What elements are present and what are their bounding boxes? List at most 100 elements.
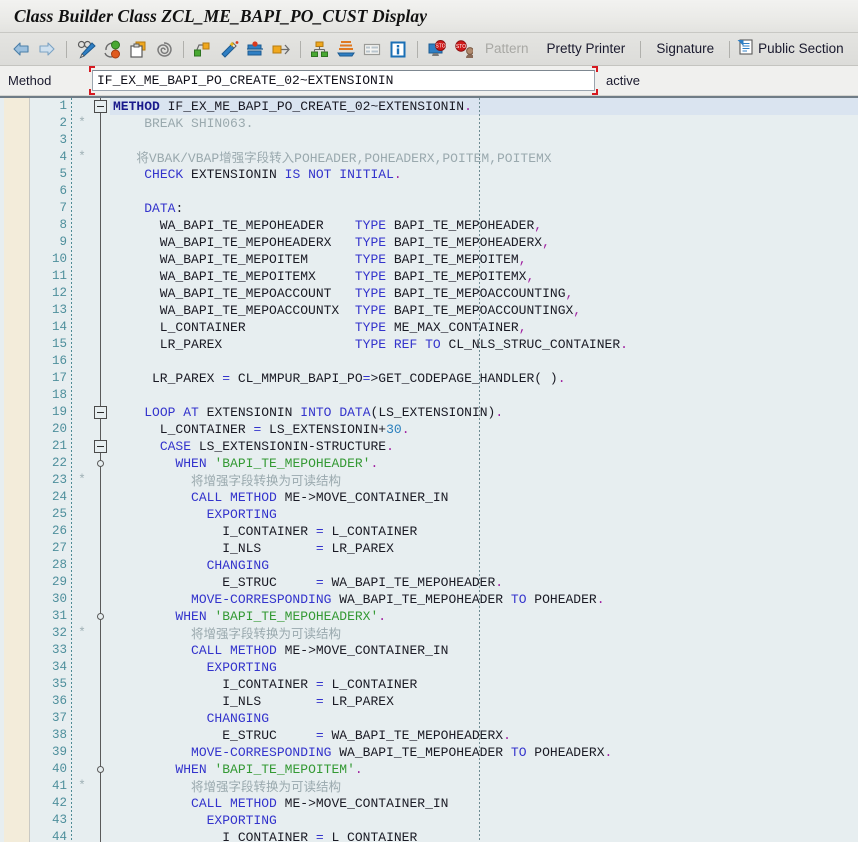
code-line[interactable]: 将VBAK/VBAP增强字段转入POHEADER,POHEADERX,POITE… [110,149,858,166]
back-arrow-icon[interactable] [9,37,33,61]
code-line[interactable]: WA_BAPI_TE_MEPOACCOUNT TYPE BAPI_TE_MEPO… [110,285,858,302]
toolbar-divider [183,40,184,58]
line-number: 1 [59,99,67,113]
code-line[interactable] [110,353,858,370]
comment-marker [72,557,92,574]
where-used-list-icon[interactable] [191,37,215,61]
copy-icon[interactable] [126,37,150,61]
code-line[interactable]: CHANGING [110,557,858,574]
pattern-button[interactable]: Pattern [476,39,538,59]
code-line[interactable]: WA_BAPI_TE_MEPOITEM TYPE BAPI_TE_MEPOITE… [110,251,858,268]
pretty-printer-button[interactable]: Pretty Printer [538,39,635,59]
fold-toggle-icon[interactable] [94,100,107,113]
fold-node-icon[interactable] [97,766,104,773]
info-icon[interactable] [386,37,410,61]
code-line[interactable]: E_STRUC = WA_BAPI_TE_MEPOHEADER. [110,574,858,591]
code-line[interactable]: WHEN 'BAPI_TE_MEPOHEADERX'. [110,608,858,625]
line-number: 5 [59,167,67,181]
forward-arrow-icon[interactable] [35,37,59,61]
code-line[interactable]: WA_BAPI_TE_MEPOHEADERX TYPE BAPI_TE_MEPO… [110,234,858,251]
toolbar-divider [729,40,731,58]
debug-icon[interactable]: STO [425,37,449,61]
comment-marker [72,608,92,625]
code-line[interactable]: I_CONTAINER = L_CONTAINER [110,829,858,842]
code-line[interactable] [110,387,858,404]
comment-marker [72,319,92,336]
code-text-area[interactable]: METHOD IF_EX_ME_BAPI_PO_CREATE_02~EXTENS… [110,98,858,842]
comment-marker: * [78,150,86,164]
code-line[interactable]: EXPORTING [110,812,858,829]
line-number: 29 [51,575,67,589]
code-line[interactable]: 将增强字段转换为可读结构 [110,625,858,642]
code-line[interactable]: EXPORTING [110,659,858,676]
code-line[interactable]: WHEN 'BAPI_TE_MEPOITEM'. [110,761,858,778]
code-line[interactable]: EXPORTING [110,506,858,523]
comment-marker [72,574,92,591]
stop-icon[interactable]: STO [451,37,475,61]
bookmark-column[interactable] [4,98,30,842]
stack-icon[interactable] [334,37,358,61]
code-line[interactable]: CALL METHOD ME->MOVE_CONTAINER_IN [110,642,858,659]
line-number: 36 [51,694,67,708]
comment-marker [72,506,92,523]
method-input-wrapper [89,66,598,95]
refresh-icon[interactable] [100,37,124,61]
code-line[interactable]: WHEN 'BAPI_TE_MEPOHEADER'. [110,455,858,472]
code-line[interactable]: LR_PAREX = CL_MMPUR_BAPI_PO=>GET_CODEPAG… [110,370,858,387]
code-line[interactable]: I_NLS = LR_PAREX [110,540,858,557]
code-line[interactable]: DATA: [110,200,858,217]
line-number: 17 [51,371,67,385]
code-line[interactable]: I_CONTAINER = L_CONTAINER [110,523,858,540]
focus-corner-icon [592,89,598,95]
fold-toggle-icon[interactable] [94,406,107,419]
code-line[interactable]: I_CONTAINER = L_CONTAINER [110,676,858,693]
code-line[interactable]: LR_PAREX TYPE REF TO CL_NLS_STRUC_CONTAI… [110,336,858,353]
code-line[interactable] [110,183,858,200]
code-line[interactable] [110,132,858,149]
line-number: 33 [51,643,67,657]
method-input[interactable] [92,70,595,91]
comment-marker [72,285,92,302]
class-hierarchy-icon[interactable] [308,37,332,61]
code-line[interactable]: LOOP AT EXTENSIONIN INTO DATA(LS_EXTENSI… [110,404,858,421]
activate-icon[interactable] [269,37,293,61]
code-line[interactable]: CHECK EXTENSIONIN IS NOT INITIAL. [110,166,858,183]
code-line[interactable]: WA_BAPI_TE_MEPOACCOUNTX TYPE BAPI_TE_MEP… [110,302,858,319]
code-line[interactable]: E_STRUC = WA_BAPI_TE_MEPOHEADERX. [110,727,858,744]
comment-marker [72,370,92,387]
fold-spine [100,98,101,842]
comment-marker [72,251,92,268]
code-line[interactable]: BREAK SHIN063. [110,115,858,132]
comment-marker [72,795,92,812]
code-line[interactable]: MOVE-CORRESPONDING WA_BAPI_TE_MEPOHEADER… [110,591,858,608]
code-line[interactable]: CASE LS_EXTENSIONIN-STRUCTURE. [110,438,858,455]
code-line[interactable]: WA_BAPI_TE_MEPOITEMX TYPE BAPI_TE_MEPOIT… [110,268,858,285]
code-editor[interactable]: 1 2 3 4 5 6 7 8 9 10 11 12 13 14 15 16 17 18 19 20 21 22 23 24 2… [0,96,858,842]
code-line[interactable]: 将增强字段转换为可读结构 [110,778,858,795]
fold-node-icon[interactable] [97,613,104,620]
code-line[interactable]: CALL METHOD ME->MOVE_CONTAINER_IN [110,489,858,506]
code-line[interactable]: I_NLS = LR_PAREX [110,693,858,710]
code-line[interactable]: CHANGING [110,710,858,727]
signature-button[interactable]: Signature [647,39,723,59]
code-line[interactable]: CALL METHOD ME->MOVE_CONTAINER_IN [110,795,858,812]
comment-marker [72,302,92,319]
fold-toggle-icon[interactable] [94,440,107,453]
code-line[interactable]: METHOD IF_EX_ME_BAPI_PO_CREATE_02~EXTENS… [110,98,858,115]
fold-node-icon[interactable] [97,460,104,467]
check-icon[interactable] [243,37,267,61]
public-section-button[interactable]: Public Section [736,38,857,61]
list-icon[interactable] [360,37,384,61]
magic-wand-icon[interactable] [217,37,241,61]
code-line[interactable]: WA_BAPI_TE_MEPOHEADER TYPE BAPI_TE_MEPOH… [110,217,858,234]
code-line[interactable]: 将增强字段转换为可读结构 [110,472,858,489]
line-number: 35 [51,677,67,691]
spiral-icon[interactable] [152,37,176,61]
code-fold-column[interactable] [92,98,110,842]
code-line[interactable]: MOVE-CORRESPONDING WA_BAPI_TE_MEPOHEADER… [110,744,858,761]
code-line[interactable]: L_CONTAINER = LS_EXTENSIONIN+30. [110,421,858,438]
display-change-icon[interactable] [74,37,98,61]
code-line[interactable]: L_CONTAINER TYPE ME_MAX_CONTAINER, [110,319,858,336]
comment-marker [72,455,92,472]
comment-marker [72,693,92,710]
